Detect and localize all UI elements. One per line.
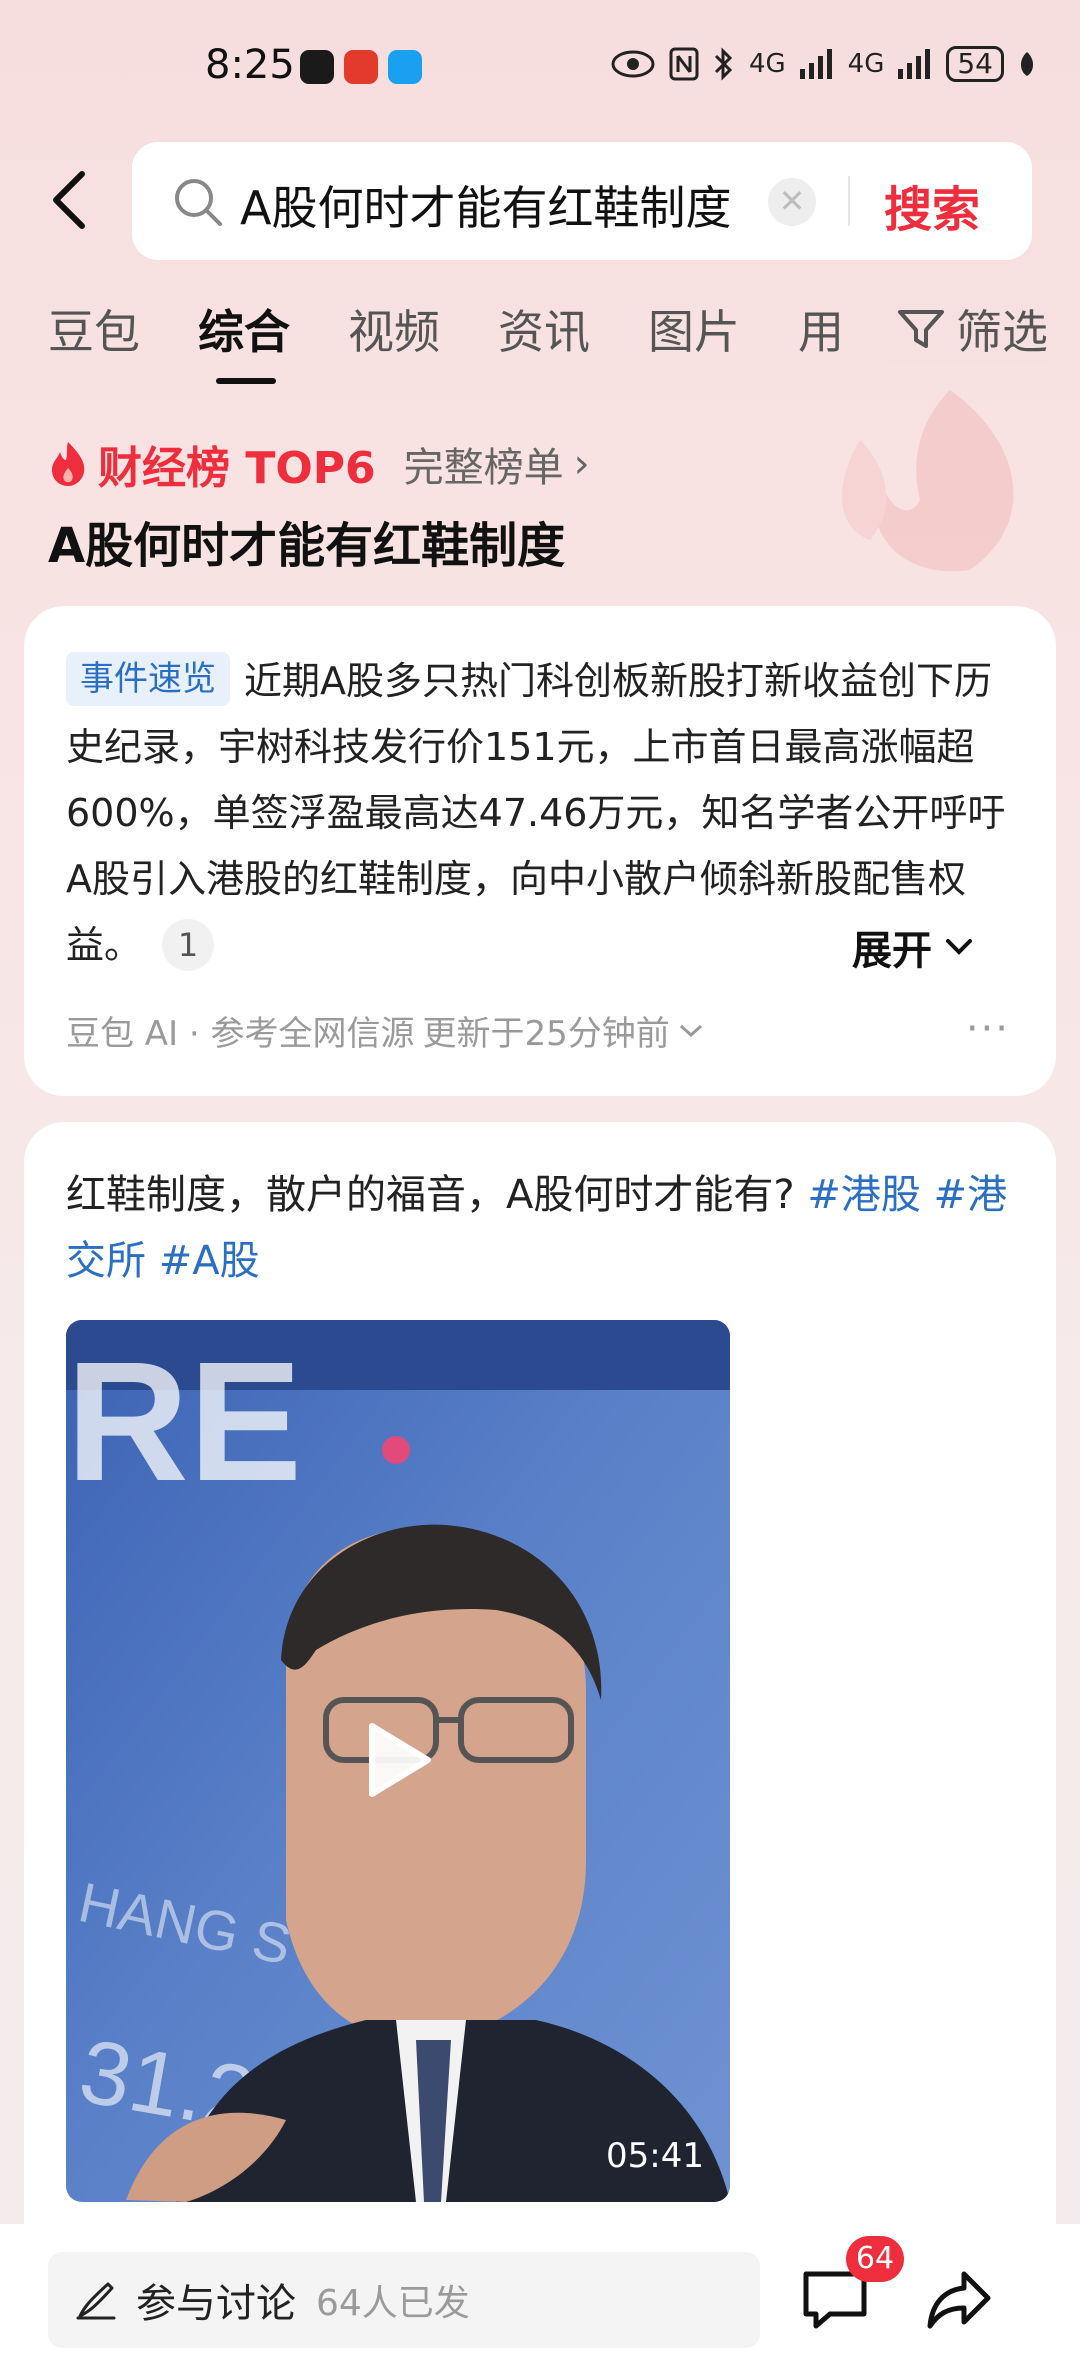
- nfc-icon: [669, 47, 699, 81]
- summary-meta[interactable]: 豆包 AI · 参考全网信源 更新于25分钟前: [66, 1006, 704, 1055]
- hashtag-link[interactable]: #港股: [807, 1172, 921, 1218]
- chevron-right-icon: ›: [573, 441, 590, 487]
- status-indicators: 4G 4G 54: [611, 46, 1036, 82]
- tab-video[interactable]: 视频: [348, 296, 440, 362]
- filter-label: 筛选: [956, 305, 1048, 359]
- app-notification-icon: [344, 50, 378, 84]
- share-icon[interactable]: [926, 2268, 992, 2332]
- app-notification-icon: [388, 50, 422, 84]
- search-divider: [848, 176, 850, 226]
- chevron-down-icon: [946, 939, 972, 955]
- video-duration: 05:41: [606, 2136, 704, 2176]
- network-label: 4G: [847, 49, 885, 79]
- expand-label: 展开: [852, 928, 932, 974]
- full-ranking-link[interactable]: 完整榜单: [404, 435, 564, 493]
- hashtag-link[interactable]: #A股: [159, 1238, 260, 1284]
- search-tabs: 豆包 综合 视频 资讯 图片 用 筛选: [0, 296, 1080, 386]
- filter-button[interactable]: 筛选: [866, 296, 1048, 362]
- svg-text:RE: RE: [66, 1327, 302, 1517]
- pen-icon: [76, 2282, 116, 2320]
- search-button[interactable]: 搜索: [884, 170, 980, 240]
- topic-title: A股何时才能有红鞋制度: [48, 518, 566, 574]
- decorative-flame-icon: [841, 390, 1014, 572]
- discussion-input[interactable]: 参与讨论 64人已发: [48, 2252, 760, 2348]
- video-player[interactable]: RE HANG S 31.2 05:41: [66, 1320, 730, 2202]
- more-options-button[interactable]: ···: [966, 1006, 1010, 1052]
- search-bar[interactable]: A股何时才能有红鞋制度 ✕ 搜索: [132, 142, 1032, 260]
- post-card[interactable]: 红鞋制度，散户的福音，A股何时才能有? #港股 #港交所 #A股 RE HANG…: [24, 1122, 1056, 2362]
- app-notification-icon: [300, 50, 334, 84]
- ranking-row[interactable]: 财经榜 TOP6 完整榜单 ›: [48, 432, 590, 496]
- active-tab-indicator: [216, 378, 276, 384]
- search-icon: [175, 179, 222, 226]
- summary-source: 豆包 AI · 参考全网信源: [66, 1014, 415, 1054]
- discussion-count: 64人已发: [316, 2283, 470, 2324]
- bottom-action-bar: 参与讨论 64人已发 64: [0, 2224, 1080, 2376]
- eye-icon: [611, 50, 655, 78]
- fire-icon: [52, 442, 85, 486]
- event-summary-card: 事件速览 近期A股多只热门科创板新股打新收益创下历史纪录，宇树科技发行价151元，…: [24, 606, 1056, 1096]
- back-arrow-icon[interactable]: [44, 168, 94, 232]
- filter-icon: [898, 310, 944, 348]
- battery-indicator: 54: [946, 46, 1004, 82]
- status-app-icons: [300, 50, 422, 84]
- bluetooth-icon: [714, 47, 733, 81]
- expand-button[interactable]: 展开: [832, 918, 974, 976]
- play-icon[interactable]: [356, 1720, 436, 1800]
- summary-updated: 更新于25分钟前: [422, 1014, 670, 1054]
- comment-count-badge: 64: [846, 2236, 904, 2282]
- tab-comprehensive[interactable]: 综合: [198, 296, 290, 362]
- chevron-down-icon: [679, 1024, 702, 1037]
- clear-search-button[interactable]: ✕: [768, 178, 816, 226]
- status-time: 8:25: [205, 42, 295, 88]
- network-label: 4G: [748, 49, 786, 79]
- leaf-icon: [1020, 52, 1034, 76]
- tab-images[interactable]: 图片: [648, 296, 740, 362]
- tab-doubao[interactable]: 豆包: [48, 296, 140, 362]
- status-bar: 8:25 4G 4G 54: [0, 0, 1080, 130]
- citation-badge[interactable]: 1: [162, 919, 215, 971]
- tab-news[interactable]: 资讯: [498, 296, 590, 362]
- event-tag: 事件速览: [66, 652, 230, 706]
- post-body: 红鞋制度，散户的福音，A股何时才能有?: [66, 1172, 808, 1218]
- tab-users[interactable]: 用: [798, 296, 844, 362]
- post-text: 红鞋制度，散户的福音，A股何时才能有? #港股 #港交所 #A股: [66, 1162, 1016, 1294]
- ranking-title: 财经榜 TOP6: [98, 443, 376, 494]
- signal-icon: [799, 49, 832, 79]
- signal-icon: [898, 49, 931, 79]
- discussion-label: 参与讨论: [136, 2281, 296, 2327]
